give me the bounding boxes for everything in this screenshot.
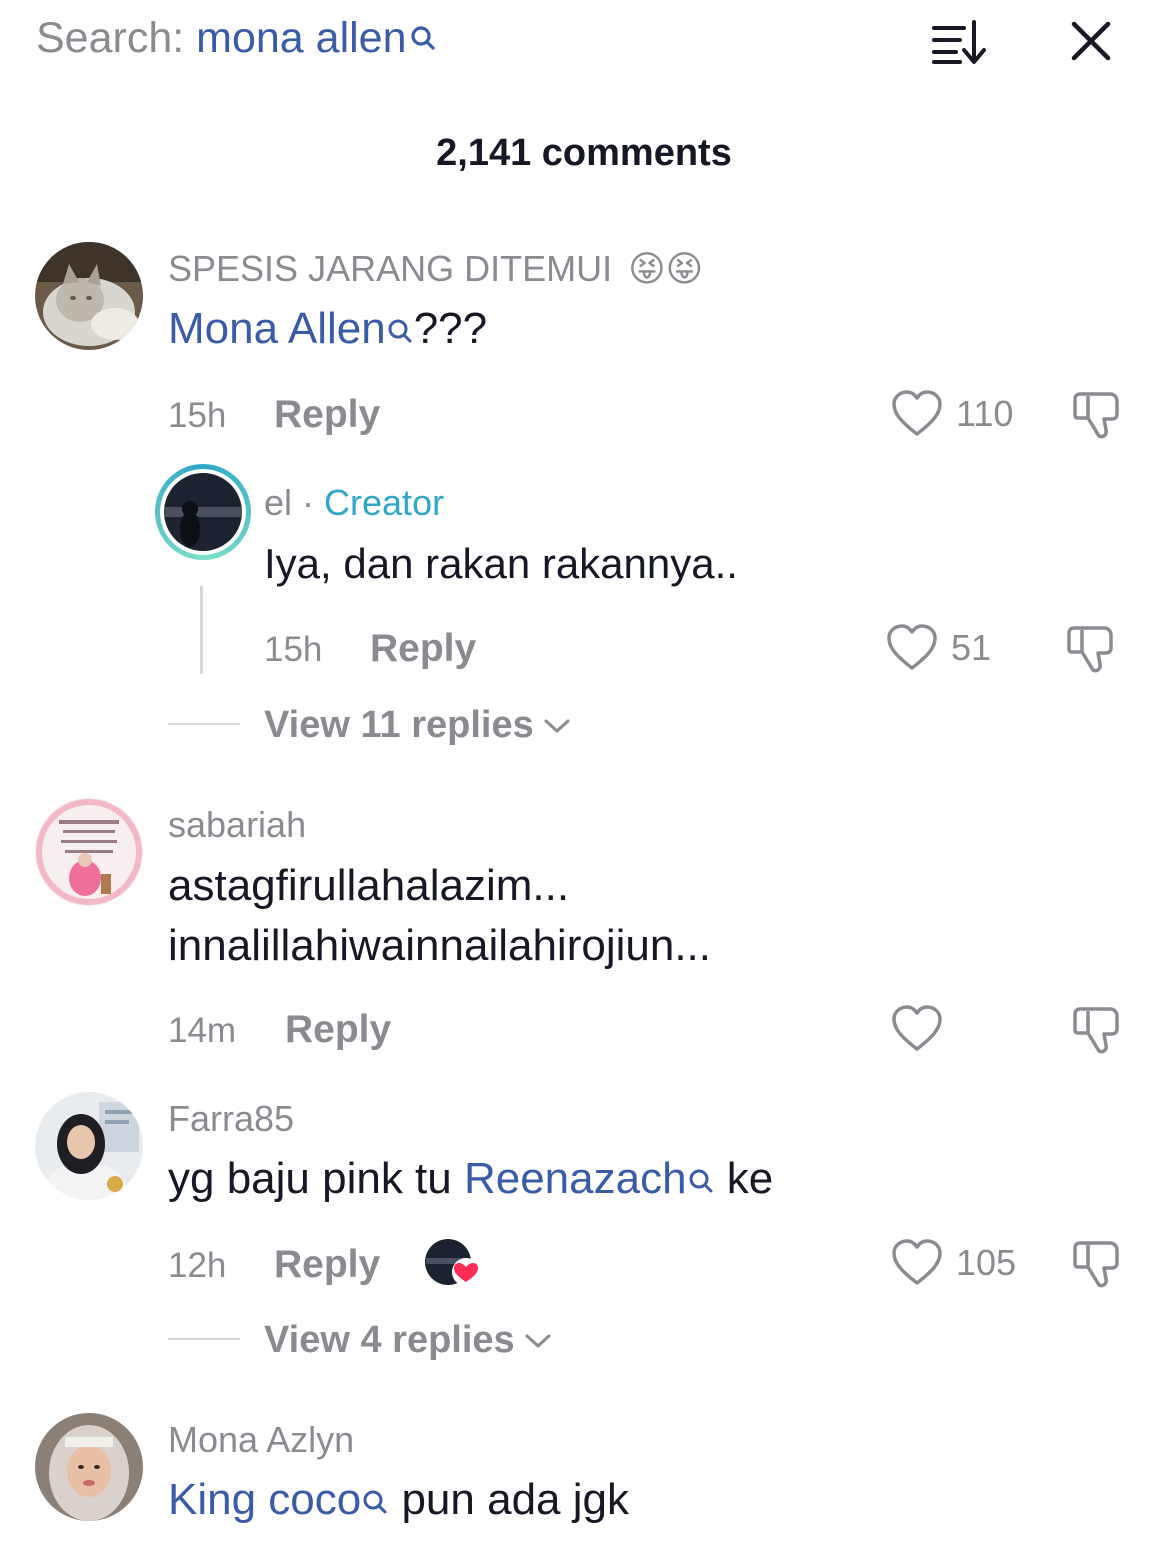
comment-text-line: astagfirullahalazim... xyxy=(168,861,570,910)
dislike-icon[interactable] xyxy=(1070,388,1124,442)
reply-text: Iya, dan rakan rakannya.. xyxy=(264,540,738,587)
emoji: 😝😝 xyxy=(628,249,704,290)
search-icon xyxy=(386,303,414,363)
reply-button[interactable]: Reply xyxy=(370,627,476,671)
like-button[interactable]: 110 xyxy=(890,389,1013,439)
creator-liked-badge xyxy=(424,1238,486,1290)
reply-username[interactable]: el · Creator xyxy=(264,482,444,524)
search-term: mona allen xyxy=(196,14,407,62)
reply-time: 15h xyxy=(264,630,323,669)
search-icon xyxy=(409,16,437,65)
comment-text: Mona Allen??? xyxy=(168,299,487,363)
heart-icon xyxy=(892,1239,942,1285)
thread-line xyxy=(200,586,203,674)
comment-time: 12h xyxy=(168,1246,227,1285)
dislike-icon[interactable] xyxy=(1070,1003,1124,1057)
comment-username[interactable]: SPESIS JARANG DITEMUI 😝😝 xyxy=(168,248,703,290)
search-icon xyxy=(361,1474,389,1534)
comment-username[interactable]: Mona Azlyn xyxy=(168,1419,354,1461)
like-count: 51 xyxy=(951,627,992,668)
mention-link[interactable]: King coco xyxy=(168,1475,389,1524)
comment-text: King coco pun ada jgk xyxy=(168,1470,629,1534)
heart-icon xyxy=(887,624,937,670)
chevron-down-icon xyxy=(525,1334,551,1347)
comment-time: 15h xyxy=(168,396,227,435)
comment-time: 14m xyxy=(168,1011,237,1050)
comment-username[interactable]: sabariah xyxy=(168,804,306,846)
comment-text-line: innalillahiwainnailahirojiun... xyxy=(168,921,711,970)
like-button[interactable]: 105 xyxy=(890,1238,1016,1288)
avatar[interactable] xyxy=(155,464,251,560)
search-prefix: Search: xyxy=(36,14,197,62)
creator-badge: Creator xyxy=(324,482,445,523)
view-replies-button[interactable]: View 11 replies xyxy=(264,704,572,747)
like-count: 105 xyxy=(956,1242,1017,1283)
like-button[interactable] xyxy=(890,1004,944,1054)
replies-divider xyxy=(168,723,240,725)
chevron-down-icon xyxy=(544,719,570,732)
comment-text: yg baju pink tu Reenazach ke xyxy=(168,1149,773,1213)
comment-username[interactable]: Farra85 xyxy=(168,1098,294,1140)
avatar[interactable] xyxy=(35,1413,143,1521)
mention-link[interactable]: Mona Allen xyxy=(168,304,414,353)
like-count: 110 xyxy=(956,393,1014,434)
reply-button[interactable]: Reply xyxy=(274,393,380,437)
like-button[interactable]: 51 xyxy=(885,623,991,673)
replies-divider xyxy=(168,1338,240,1340)
dislike-icon[interactable] xyxy=(1070,1237,1124,1291)
avatar[interactable] xyxy=(35,798,143,906)
avatar[interactable] xyxy=(35,1092,143,1200)
heart-icon xyxy=(892,390,942,436)
search-query[interactable]: Search: mona allen xyxy=(36,14,437,65)
reply-button[interactable]: Reply xyxy=(285,1008,391,1052)
reply-button[interactable]: Reply xyxy=(274,1243,380,1287)
search-icon xyxy=(687,1153,715,1213)
sort-icon[interactable] xyxy=(930,18,988,66)
comment-count: 2,141 comments xyxy=(436,132,732,174)
avatar[interactable] xyxy=(35,242,143,350)
mention-link[interactable]: Reenazach xyxy=(464,1154,715,1203)
header: Search: mona allen xyxy=(0,0,1168,90)
close-icon[interactable] xyxy=(1068,18,1114,64)
dislike-icon[interactable] xyxy=(1064,622,1118,676)
view-replies-button[interactable]: View 4 replies xyxy=(264,1319,553,1362)
heart-icon xyxy=(892,1005,942,1051)
